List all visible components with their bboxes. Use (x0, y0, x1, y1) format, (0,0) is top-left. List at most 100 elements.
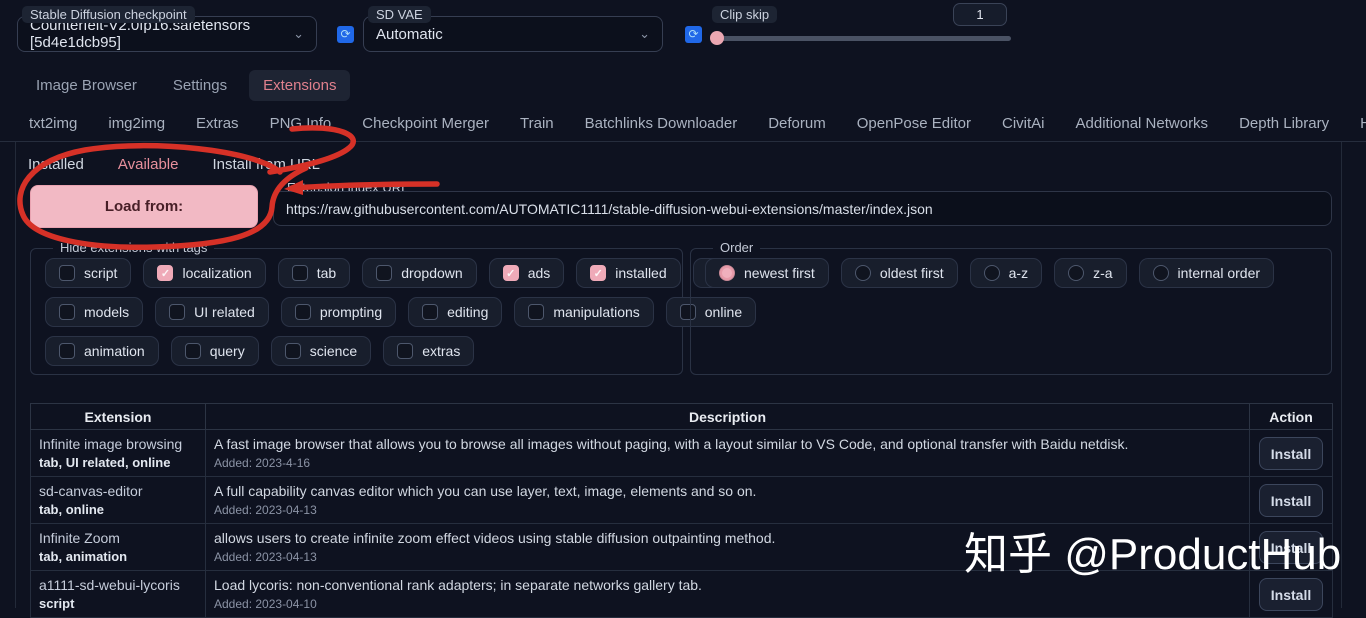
extension-cell: Infinite Zoom tab, animation (30, 523, 206, 571)
table-row: Infinite Zoom tab, animation allows users … (30, 523, 1333, 571)
tag-filter-tab[interactable]: tab (277, 258, 351, 288)
tag-filter-label: UI related (194, 304, 255, 320)
tag-filter-script[interactable]: script (45, 258, 132, 288)
main-tab-settings[interactable]: Settings (159, 70, 241, 101)
extension-index-url-input[interactable]: https://raw.githubusercontent.com/AUTOMA… (273, 191, 1332, 226)
description-cell: A fast image browser that allows you to … (205, 429, 1250, 477)
sub-tab-deforum[interactable]: Deforum (757, 108, 837, 139)
tag-filter-localization[interactable]: ✓ localization (143, 258, 266, 288)
tag-filter-label: script (84, 265, 118, 281)
load-from-button[interactable]: Load from: (30, 185, 258, 228)
extension-description: A fast image browser that allows you to … (214, 436, 1129, 452)
tag-filter-label: dropdown (401, 265, 463, 281)
checkbox-checked-icon: ✓ (502, 265, 519, 281)
radio-icon (983, 265, 1000, 281)
extension-added-date: Added: 2023-4-16 (214, 456, 311, 470)
install-button[interactable]: Install (1259, 437, 1323, 470)
clip-skip-slider[interactable] (711, 36, 1011, 41)
sub-tab-depth-library[interactable]: Depth Library (1228, 108, 1340, 139)
hide-tags-legend: Hide extensions with tags (53, 240, 215, 255)
extension-description: Load lycoris: non-conventional rank adap… (214, 577, 702, 593)
order-option-label: oldest first (879, 265, 944, 281)
sub-tab-civitai[interactable]: CivitAi (991, 108, 1056, 139)
sub-tab-additional-networks[interactable]: Additional Networks (1065, 108, 1220, 139)
tag-filter-extras[interactable]: extras (383, 336, 475, 366)
sub-tab-extras[interactable]: Extras (185, 108, 250, 139)
extension-tab-installed[interactable]: Installed (18, 152, 94, 177)
tag-filter-ads[interactable]: ✓ ads (488, 258, 565, 288)
checkbox-icon (528, 304, 545, 320)
column-header-extension: Extension (30, 403, 206, 430)
order-option-oldest-first[interactable]: oldest first (840, 258, 958, 288)
install-button[interactable]: Install (1259, 484, 1323, 517)
table-row: Infinite image browsing tab, UI related, … (30, 429, 1333, 477)
checkpoint-label: Stable Diffusion checkpoint (22, 6, 195, 23)
sub-tab-train[interactable]: Train (509, 108, 565, 139)
order-option-z-a[interactable]: z-a (1054, 258, 1127, 288)
extension-description: A full capability canvas editor which yo… (214, 483, 757, 499)
main-tab-image-browser[interactable]: Image Browser (22, 70, 151, 101)
tag-filter-installed[interactable]: ✓ installed (576, 258, 681, 288)
order-option-a-z[interactable]: a-z (969, 258, 1043, 288)
description-cell: allows users to create infinite zoom eff… (205, 523, 1250, 571)
tag-filter-query[interactable]: query (170, 336, 259, 366)
order-option-label: z-a (1093, 265, 1113, 281)
install-button[interactable]: Install (1259, 578, 1323, 611)
checkbox-checked-icon: ✓ (157, 265, 174, 281)
order-option-newest-first[interactable]: newest first (705, 258, 829, 288)
extension-cell: sd-canvas-editor tab, online (30, 476, 206, 524)
extension-tags: tab, UI related, online (39, 455, 171, 470)
tag-filter-editing[interactable]: editing (408, 297, 503, 327)
clip-skip-slider-handle[interactable] (710, 31, 724, 45)
tag-filter-label: ads (527, 265, 551, 281)
tag-filter-science[interactable]: science (270, 336, 372, 366)
action-cell: Install (1249, 476, 1333, 524)
hide-tags-fieldset: Hide extensions with tags script ✓ localiz… (30, 240, 792, 375)
order-option-internal-order[interactable]: internal order (1138, 258, 1275, 288)
sub-tab-checkpoint-merger[interactable]: Checkpoint Merger (351, 108, 500, 139)
refresh-vae-button[interactable]: ⟳ (685, 26, 702, 43)
sub-tab-openpose-editor[interactable]: OpenPose Editor (846, 108, 982, 139)
chevron-down-icon: ⌄ (293, 26, 304, 41)
tag-filter-label: extras (422, 343, 461, 359)
checkbox-icon (422, 304, 439, 320)
radio-icon (854, 265, 871, 281)
tag-filter-ui-related[interactable]: UI related (155, 297, 269, 327)
checkbox-icon (169, 304, 186, 320)
column-header-action: Action (1249, 403, 1333, 430)
sub-tab-txt2img[interactable]: txt2img (18, 108, 88, 139)
install-button[interactable]: Install (1259, 531, 1323, 564)
tag-filter-label: manipulations (553, 304, 640, 320)
refresh-checkpoint-button[interactable]: ⟳ (337, 26, 354, 43)
extension-tab-available[interactable]: Available (108, 152, 189, 177)
tag-filter-manipulations[interactable]: manipulations (514, 297, 654, 327)
table-header-row: Extension Description Action (30, 403, 1333, 430)
extension-tab-install-from-url[interactable]: Install from URL (202, 152, 330, 177)
description-cell: Load lycoris: non-conventional rank adap… (205, 570, 1250, 618)
extension-name: a1111-sd-webui-lycoris (39, 577, 180, 593)
main-tab-extensions[interactable]: Extensions (249, 70, 351, 101)
sub-tab-batchlinks-downloader[interactable]: Batchlinks Downloader (574, 108, 749, 139)
sub-tab-img2img[interactable]: img2img (97, 108, 176, 139)
extension-added-date: Added: 2023-04-10 (214, 597, 317, 611)
sub-tab-png-info[interactable]: PNG Info (259, 108, 343, 139)
refresh-icon: ⟳ (688, 27, 699, 41)
radio-icon (1068, 265, 1085, 281)
tag-filter-dropdown[interactable]: dropdown (362, 258, 477, 288)
sub-tab-hugging-face[interactable]: Hugging Face (1349, 108, 1366, 139)
tag-filter-label: tab (316, 265, 337, 281)
extension-name: sd-canvas-editor (39, 483, 143, 499)
tag-filter-models[interactable]: models (45, 297, 144, 327)
tag-filter-prompting[interactable]: prompting (280, 297, 397, 327)
action-cell: Install (1249, 523, 1333, 571)
extensions-table: Extension Description Action Infinite im… (30, 403, 1333, 618)
checkbox-icon (59, 343, 75, 359)
tag-filter-animation[interactable]: animation (45, 336, 159, 366)
order-fieldset: Order newest first oldest first a-z z-a inte… (690, 240, 1332, 375)
sd-vae-label: SD VAE (368, 6, 431, 23)
clip-skip-number-input[interactable]: 1 (953, 3, 1007, 26)
checkbox-icon (294, 304, 311, 320)
order-legend: Order (713, 240, 761, 255)
checkbox-icon (59, 265, 75, 281)
extension-cell: a1111-sd-webui-lycoris script (30, 570, 206, 618)
